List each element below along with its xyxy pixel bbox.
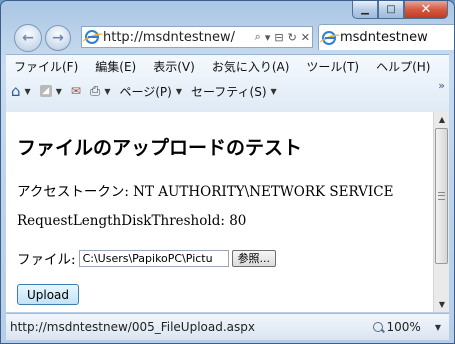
zoom-control[interactable]: 100% ▼ — [372, 320, 441, 334]
scroll-down-icon[interactable]: ▼ — [434, 297, 450, 312]
dropdown-icon: ▼ — [104, 86, 111, 96]
browser-chrome: ファイル(F) 編集(E) 表示(V) お気に入り(A) ツール(T) ヘルプ(… — [6, 54, 449, 112]
dropdown-icon: ▼ — [55, 86, 62, 96]
file-path-input[interactable]: C:\Users\PapikoPC\Pictu — [78, 249, 229, 267]
threshold-value: 80 — [229, 213, 247, 229]
page-menu-button[interactable]: ページ(P) ▼ — [119, 83, 182, 100]
search-icon[interactable]: ⌕ — [255, 30, 261, 44]
safety-menu-button[interactable]: セーフティ(S) ▼ — [191, 83, 277, 100]
browser-window: ▁ □ ✕ ← → http://msdntestnew/ ⌕ ▾ ⊟ ↻ ✕ … — [0, 0, 455, 344]
file-line: ファイル: C:\Users\PapikoPC\Pictu 参照... — [17, 248, 277, 268]
stop-icon[interactable]: ✕ — [301, 31, 310, 44]
mail-button[interactable]: ✉ — [71, 84, 81, 98]
menu-help[interactable]: ヘルプ(H) — [376, 58, 430, 75]
status-url: http://msdntestnew/005_FileUpload.aspx — [10, 320, 255, 334]
menu-tools[interactable]: ツール(T) — [306, 58, 359, 75]
access-token-value: NT AUTHORITY\NETWORK SERVICE — [133, 184, 394, 200]
menu-edit[interactable]: 編集(E) — [95, 58, 136, 75]
back-button[interactable]: ← — [14, 24, 42, 52]
ie-logo-icon — [322, 30, 336, 45]
tab-title: msdntestnew — [340, 30, 428, 45]
feeds-icon: ◢ — [39, 85, 52, 97]
status-bar: http://msdntestnew/005_FileUpload.aspx 1… — [6, 313, 449, 340]
dropdown-icon: ▼ — [24, 86, 31, 96]
close-button[interactable]: ✕ — [404, 1, 448, 19]
address-bar[interactable]: http://msdntestnew/ ⌕ ▾ ⊟ ↻ ✕ — [81, 26, 313, 48]
access-token-line: アクセストークン: NT AUTHORITY\NETWORK SERVICE — [17, 180, 393, 200]
page-title: ファイルのアップロードのテスト — [17, 137, 303, 159]
refresh-icon[interactable]: ↻ — [288, 31, 297, 44]
forward-arrow-icon: → — [52, 30, 64, 46]
command-bar: ⌂ ▼ ◢ ▼ ✉ ⎙ ▼ ページ(P) ▼ セーフティ(S) ▼ — [6, 77, 449, 105]
menu-bar: ファイル(F) 編集(E) 表示(V) お気に入り(A) ツール(T) ヘルプ(… — [6, 55, 449, 77]
caption-buttons: ▁ □ ✕ — [352, 1, 448, 20]
menu-favorites[interactable]: お気に入り(A) — [212, 58, 290, 75]
dropdown-icon[interactable]: ▾ — [265, 31, 271, 44]
tab-msdntestnew[interactable]: msdntestnew — [318, 24, 454, 50]
threshold-line: RequestLengthDiskThreshold: 80 — [17, 213, 246, 229]
compat-view-icon[interactable]: ⊟ — [274, 31, 283, 44]
vertical-scrollbar[interactable]: ▲ ▼ — [433, 112, 449, 312]
grip-icon — [438, 192, 445, 200]
print-icon: ⎙ — [89, 83, 101, 99]
home-icon: ⌂ — [11, 82, 21, 100]
close-icon: ✕ — [420, 2, 432, 17]
address-input[interactable]: http://msdntestnew/ — [103, 30, 253, 45]
minimize-button[interactable]: ▁ — [352, 1, 378, 19]
minimize-icon: ▁ — [361, 4, 369, 15]
scrollbar-thumb[interactable] — [435, 128, 448, 264]
feeds-button[interactable]: ◢ ▼ — [39, 85, 62, 97]
access-token-label: アクセストークン: — [17, 184, 129, 200]
zoom-icon — [372, 322, 383, 332]
file-label: ファイル: — [17, 252, 76, 268]
ie-logo-icon — [85, 30, 99, 44]
scroll-up-icon[interactable]: ▲ — [434, 112, 450, 127]
dropdown-icon: ▼ — [434, 322, 441, 332]
forward-button[interactable]: → — [45, 25, 71, 51]
print-button[interactable]: ⎙ ▼ — [90, 84, 111, 99]
home-button[interactable]: ⌂ ▼ — [11, 82, 31, 100]
upload-button[interactable]: Upload — [17, 284, 79, 305]
safety-menu-label: セーフティ(S) — [191, 84, 267, 99]
mail-icon: ✉ — [70, 84, 81, 98]
back-arrow-icon: ← — [22, 30, 34, 46]
menu-view[interactable]: 表示(V) — [153, 58, 195, 75]
browse-button[interactable]: 参照... — [231, 249, 277, 267]
maximize-button[interactable]: □ — [378, 1, 404, 19]
page-content: ファイルのアップロードのテスト アクセストークン: NT AUTHORITY\N… — [6, 112, 433, 312]
more-toolbar-chevron-icon[interactable]: » — [438, 79, 445, 92]
threshold-label: RequestLengthDiskThreshold: — [17, 213, 225, 229]
dropdown-icon: ▼ — [175, 86, 182, 96]
zoom-level: 100% — [386, 320, 421, 334]
maximize-icon: □ — [386, 4, 396, 15]
page-menu-label: ページ(P) — [119, 84, 172, 99]
menu-file[interactable]: ファイル(F) — [14, 58, 78, 75]
dropdown-icon: ▼ — [270, 86, 277, 96]
